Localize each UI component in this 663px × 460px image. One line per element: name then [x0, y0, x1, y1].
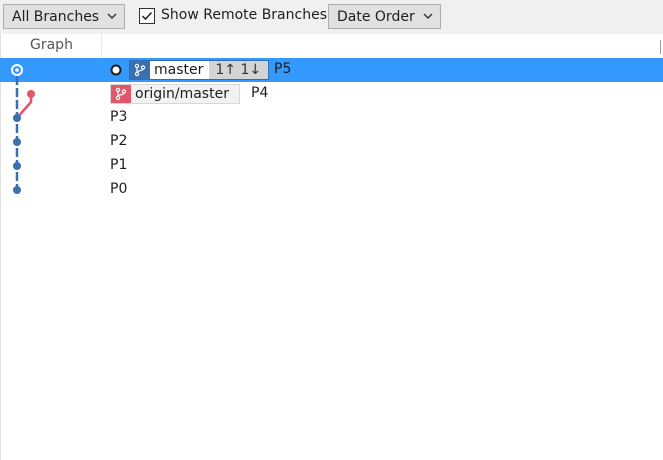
- ahead-behind-count: 1↑ 1↓: [209, 61, 268, 79]
- graph-node-head-center: [15, 68, 19, 72]
- sort-order-value: Date Order: [337, 8, 415, 25]
- graph-column-header[interactable]: Graph: [30, 37, 73, 53]
- show-remote-label[interactable]: Show Remote Branches: [161, 7, 327, 23]
- column-divider[interactable]: [660, 40, 661, 54]
- column-divider[interactable]: [101, 34, 102, 58]
- checkmark-icon: [141, 11, 153, 21]
- sort-order-dropdown[interactable]: Date Order: [328, 4, 441, 29]
- commit-message: P4: [251, 85, 269, 101]
- column-header: Graph: [0, 34, 663, 59]
- commit-graph: [11, 64, 35, 194]
- branch-icon: [130, 61, 150, 79]
- branch-name: master: [150, 62, 210, 78]
- chevron-down-icon: [423, 13, 433, 19]
- branch-filter-dropdown[interactable]: All Branches: [3, 4, 125, 29]
- graph-node[interactable]: [13, 138, 21, 146]
- graph-node[interactable]: [13, 114, 21, 122]
- head-marker-icon: [110, 64, 122, 76]
- commit-message: P5: [274, 61, 292, 77]
- graph-node[interactable]: [13, 186, 21, 194]
- branch-badge-master[interactable]: master 1↑ 1↓: [129, 60, 269, 80]
- branch-name: origin/master: [135, 86, 229, 102]
- commit-message: P2: [110, 133, 128, 149]
- commit-message: P0: [110, 181, 128, 197]
- chevron-down-icon: [107, 13, 117, 19]
- toolbar: All Branches Show Remote Branches Date O…: [0, 0, 663, 35]
- branch-icon: [111, 85, 131, 103]
- commit-message: P3: [110, 109, 128, 125]
- graph-node[interactable]: [13, 162, 21, 170]
- commit-message: P1: [110, 157, 128, 173]
- branch-filter-value: All Branches: [12, 8, 100, 25]
- branch-badge-origin-master[interactable]: origin/master: [110, 84, 240, 104]
- graph-line-origin: [16, 95, 33, 119]
- show-remote-checkbox[interactable]: [139, 8, 155, 24]
- graph-node[interactable]: [27, 90, 35, 98]
